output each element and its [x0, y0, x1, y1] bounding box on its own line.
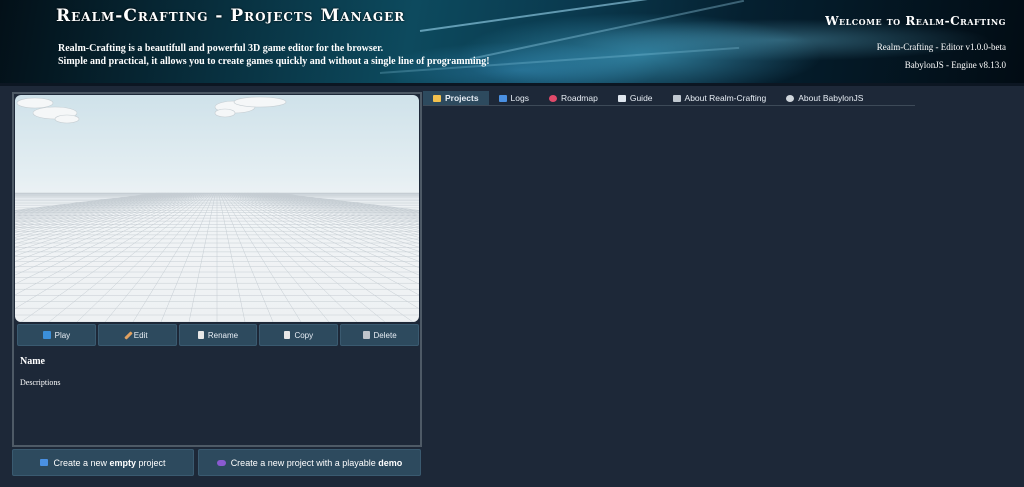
document-icon: [197, 331, 204, 339]
play-button[interactable]: Play: [17, 324, 96, 346]
tab-projects[interactable]: Projects: [423, 91, 489, 105]
tab-about-babylonjs[interactable]: About BabylonJS: [776, 91, 873, 105]
edit-label: Edit: [133, 330, 148, 340]
play-label: Play: [54, 330, 71, 340]
create-empty-bold: empty: [109, 457, 137, 468]
pin-icon: [548, 94, 557, 102]
project-preview: [15, 95, 419, 322]
create-empty-prefix: Create a new: [53, 457, 110, 468]
tab-roadmap[interactable]: Roadmap: [539, 91, 608, 105]
copy-button[interactable]: Copy: [259, 324, 339, 346]
cloud-icon: [16, 97, 80, 124]
tab-logs-label: Logs: [510, 93, 529, 103]
create-demo-label: Create a new project with a playable dem…: [231, 458, 403, 468]
tab-projects-label: Projects: [445, 93, 479, 103]
preview-scene: [15, 96, 419, 322]
folder-icon: [433, 94, 441, 102]
log-icon: [498, 94, 507, 102]
gamepad-icon: [216, 459, 226, 466]
project-actions: Play Edit Rename Copy Delete: [17, 324, 419, 346]
trash-icon: [362, 331, 370, 339]
cloud-icon: [214, 96, 287, 118]
rename-label: Rename: [207, 330, 239, 340]
ground-grid: [15, 192, 419, 322]
copy-icon: [284, 331, 291, 339]
tagline-line-1: Realm-Crafting is a beautifull and power…: [58, 43, 384, 54]
app-title: Realm-Crafting - Projects Manager: [56, 6, 406, 26]
tab-about-babylonjs-label: About BabylonJS: [798, 93, 864, 103]
welcome-text: Welcome to Realm-Crafting: [825, 14, 1006, 28]
create-demo-bold: demo: [378, 457, 403, 468]
tab-guide-label: Guide: [629, 93, 653, 103]
create-demo-prefix: Create a new project with a playable: [230, 457, 379, 468]
rename-button[interactable]: Rename: [178, 324, 258, 346]
create-empty-label: Create a new empty project: [53, 458, 165, 468]
app-header: Realm-Crafting - Projects Manager Realm-…: [0, 0, 1024, 86]
project-panel: Play Edit Rename Copy Delete Name Descri…: [12, 92, 422, 447]
tab-roadmap-label: Roadmap: [560, 93, 598, 103]
tab-about-realm-crafting[interactable]: About Realm-Crafting: [663, 91, 777, 105]
project-description: Descriptions: [20, 378, 61, 387]
create-empty-project-button[interactable]: Create a new empty project: [12, 449, 194, 476]
delete-label: Delete: [373, 330, 397, 340]
project-name: Name: [20, 356, 45, 367]
book-icon: [617, 94, 626, 102]
create-demo-project-button[interactable]: Create a new project with a playable dem…: [198, 449, 421, 476]
copy-label: Copy: [294, 330, 314, 340]
engine-version: BabylonJS - Engine v8.13.0: [904, 60, 1006, 70]
create-empty-suffix: project: [136, 457, 166, 468]
edit-button[interactable]: Edit: [97, 324, 177, 346]
editor-version: Realm-Crafting - Editor v1.0.0-beta: [876, 42, 1006, 52]
play-icon: [42, 331, 51, 339]
tab-guide[interactable]: Guide: [608, 91, 663, 105]
pencil-icon: [124, 330, 133, 340]
tab-about-realm-crafting-label: About Realm-Crafting: [684, 93, 767, 103]
new-file-icon: [40, 459, 49, 466]
tagline-line-2: Simple and practical, it allows you to c…: [58, 56, 490, 67]
app-tagline: Realm-Crafting is a beautifull and power…: [58, 42, 490, 68]
tab-logs[interactable]: Logs: [489, 91, 539, 105]
main-tabs: Projects Logs Roadmap Guide About Realm-…: [423, 91, 915, 106]
gear-icon: [786, 94, 795, 102]
header-light-streak: [419, 0, 738, 32]
delete-button[interactable]: Delete: [340, 324, 419, 346]
tools-icon: [672, 94, 681, 102]
